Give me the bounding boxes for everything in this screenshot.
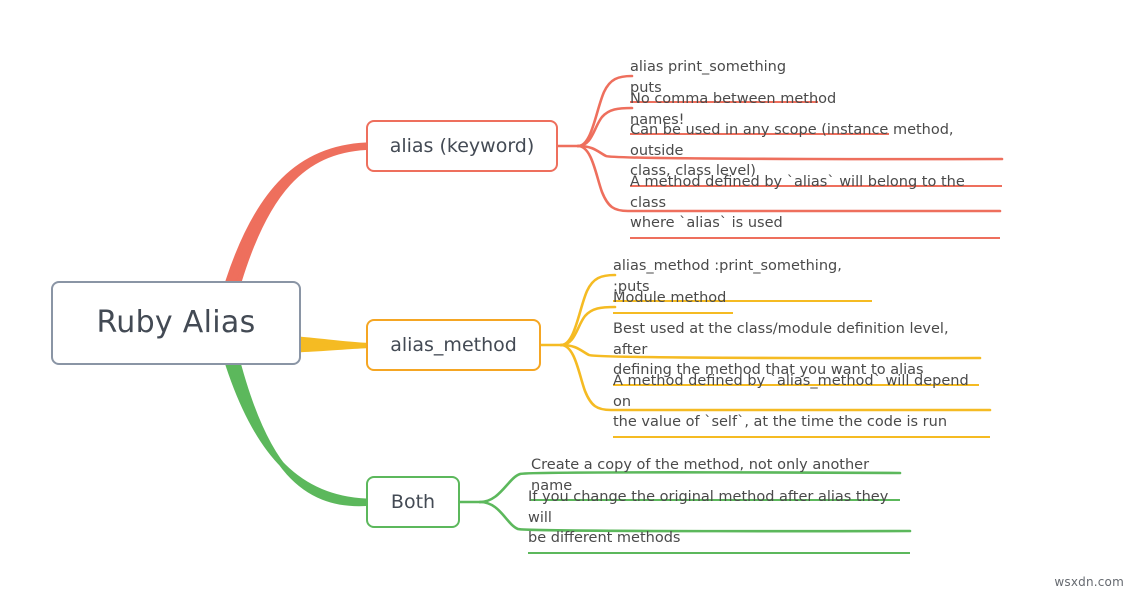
- branch-node-label: alias (keyword): [389, 134, 535, 157]
- watermark: wsxdn.com: [1054, 575, 1124, 589]
- wire-root-to-both: [225, 362, 369, 507]
- leaf-node-label: A method defined by `alias_method` will …: [613, 373, 969, 430]
- branch-node-label: alias_method: [390, 333, 517, 356]
- leaf-node[interactable]: If you change the original method after …: [528, 487, 910, 554]
- branch-node-both[interactable]: Both: [366, 476, 460, 528]
- leaf-node-label: Module method: [613, 290, 727, 306]
- wire-leaf-orange-1: [559, 273, 617, 347]
- branch-node-alias-method[interactable]: alias_method: [366, 319, 541, 371]
- branch-node-alias-keyword[interactable]: alias (keyword): [366, 120, 558, 172]
- wire-leaf-red-1: [576, 74, 634, 148]
- mindmap-canvas: Ruby Alias alias (keyword) alias_method …: [0, 0, 1132, 593]
- wire-root-to-alias-keyword: [225, 142, 369, 285]
- wire-leaf-red-2: [576, 106, 634, 148]
- root-node-label: Ruby Alias: [96, 305, 256, 340]
- leaf-node[interactable]: Module method: [613, 288, 733, 314]
- wire-root-to-alias-method: [298, 336, 369, 353]
- leaf-node-label: A method defined by `alias` will belong …: [630, 174, 965, 231]
- leaf-node[interactable]: A method defined by `alias_method` will …: [613, 371, 990, 438]
- leaf-node-label: If you change the original method after …: [528, 489, 889, 546]
- branch-node-label: Both: [390, 490, 436, 513]
- wire-leaf-orange-2: [559, 305, 617, 347]
- root-node[interactable]: Ruby Alias: [51, 281, 301, 365]
- leaf-node[interactable]: A method defined by `alias` will belong …: [630, 172, 1000, 239]
